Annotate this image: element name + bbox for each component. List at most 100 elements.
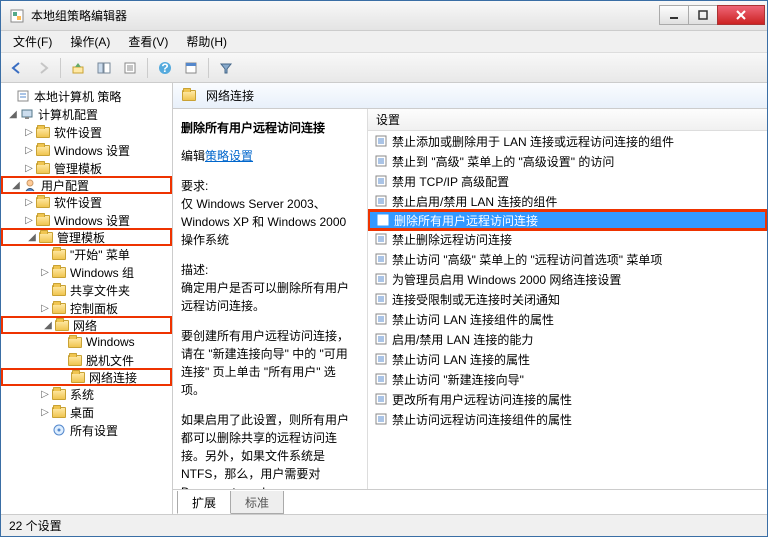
expand-icon[interactable]: ▷ — [39, 407, 51, 418]
folder-icon — [54, 317, 70, 333]
tree-label: Windows 设置 — [54, 142, 130, 159]
tab-standard[interactable]: 标准 — [230, 491, 284, 514]
list-item[interactable]: 禁止访问 "高级" 菜单上的 "远程访问首选项" 菜单项 — [368, 249, 767, 269]
collapse-icon[interactable]: ◢ — [26, 232, 38, 243]
policy-item-icon — [374, 174, 388, 188]
list-item-label: 禁止启用/禁用 LAN 连接的组件 — [392, 193, 557, 210]
list-item[interactable]: 禁止访问远程访问连接组件的属性 — [368, 409, 767, 429]
menu-file[interactable]: 文件(F) — [5, 31, 60, 52]
tree-windows-settings-1[interactable]: ▷ Windows 设置 — [1, 141, 172, 159]
list-item[interactable]: 连接受限制或无连接时关闭通知 — [368, 289, 767, 309]
policy-item-icon — [374, 272, 388, 286]
show-hide-tree-button[interactable] — [92, 56, 116, 80]
tree-desktop[interactable]: ▷ 桌面 — [1, 403, 172, 421]
tree-offline-files[interactable]: 脱机文件 — [1, 351, 172, 369]
policy-icon — [15, 88, 31, 104]
help-button[interactable]: ? — [153, 56, 177, 80]
tab-extended[interactable]: 扩展 — [177, 491, 231, 514]
tree-label: 脱机文件 — [86, 352, 134, 369]
tree-label: 共享文件夹 — [70, 282, 130, 299]
tree-windows-components[interactable]: ▷ Windows 组 — [1, 263, 172, 281]
menu-view[interactable]: 查看(V) — [120, 31, 176, 52]
path-label: 网络连接 — [206, 87, 254, 104]
list-item[interactable]: 禁止到 "高级" 菜单上的 "高级设置" 的访问 — [368, 151, 767, 171]
tree-network-connections[interactable]: 网络连接 — [1, 368, 172, 386]
expand-icon[interactable]: ▷ — [23, 215, 35, 226]
collapse-icon[interactable]: ◢ — [10, 180, 22, 191]
tree-admin-templates-2[interactable]: ◢ 管理模板 — [1, 228, 172, 246]
list-column-header[interactable]: 设置 — [368, 109, 767, 131]
policy-item-icon — [374, 412, 388, 426]
nav-back-button[interactable] — [5, 56, 29, 80]
tree-label: Windows 组 — [70, 264, 134, 281]
minimize-button[interactable] — [659, 5, 689, 25]
tree-label: 系统 — [70, 386, 94, 403]
tree-user-config[interactable]: ◢用户配置 — [1, 176, 172, 194]
list-item[interactable]: 启用/禁用 LAN 连接的能力 — [368, 329, 767, 349]
tree-network[interactable]: ◢网络 — [1, 316, 172, 334]
list-item[interactable]: 为管理员启用 Windows 2000 网络连接设置 — [368, 269, 767, 289]
window-title: 本地组策略编辑器 — [31, 7, 127, 24]
titlebar-left: 本地组策略编辑器 — [1, 7, 127, 24]
expand-icon[interactable]: ▷ — [23, 145, 35, 156]
list-item-label: 更改所有用户远程访问连接的属性 — [392, 391, 572, 408]
tree-admin-templates-1[interactable]: ▷ 管理模板 — [1, 159, 172, 177]
folder-icon — [181, 88, 197, 104]
menu-action[interactable]: 操作(A) — [62, 31, 118, 52]
desc-text-3: 如果启用了此设置，则所有用户都可以删除共享的远程访问连接。另外，如果文件系统是 … — [181, 411, 359, 489]
list-item-label: 禁止访问远程访问连接组件的属性 — [392, 411, 572, 428]
list-item[interactable]: 禁用 TCP/IP 高级配置 — [368, 171, 767, 191]
expand-icon[interactable]: ▷ — [23, 127, 35, 138]
collapse-icon[interactable]: ◢ — [7, 109, 19, 120]
tree-label: Windows 设置 — [54, 212, 130, 229]
expand-icon[interactable]: ▷ — [39, 303, 51, 314]
properties-button[interactable] — [179, 56, 203, 80]
maximize-button[interactable] — [688, 5, 718, 25]
path-bar: 网络连接 — [173, 83, 767, 109]
tree-shared-folders[interactable]: 共享文件夹 — [1, 281, 172, 299]
list-item-label: 删除所有用户远程访问连接 — [394, 212, 538, 229]
up-button[interactable] — [66, 56, 90, 80]
tree-windows-sub[interactable]: Windows — [1, 333, 172, 351]
list-item[interactable]: 禁止访问 "新建连接向导" — [368, 369, 767, 389]
list-item[interactable]: 禁止删除远程访问连接 — [368, 229, 767, 249]
folder-icon — [70, 369, 86, 385]
tree-root[interactable]: 本地计算机 策略 — [1, 87, 172, 105]
settings-list[interactable]: 禁止添加或删除用于 LAN 连接或远程访问连接的组件禁止到 "高级" 菜单上的 … — [368, 131, 767, 489]
desc-text-1: 确定用户是否可以删除所有用户远程访问连接。 — [181, 279, 359, 315]
tree-all-settings[interactable]: 所有设置 — [1, 421, 172, 439]
list-item[interactable]: 禁止启用/禁用 LAN 连接的组件 — [368, 191, 767, 211]
list-item[interactable]: 禁止访问 LAN 连接组件的属性 — [368, 309, 767, 329]
tree-label: 管理模板 — [57, 229, 105, 246]
list-item[interactable]: 禁止添加或删除用于 LAN 连接或远程访问连接的组件 — [368, 131, 767, 151]
tree-software-settings-1[interactable]: ▷软件设置 — [1, 123, 172, 141]
edit-policy-link[interactable]: 策略设置 — [205, 149, 253, 163]
main-window: 本地组策略编辑器 文件(F) 操作(A) 查看(V) 帮助(H) ? 本地计算机… — [0, 0, 768, 537]
nav-forward-button[interactable] — [31, 56, 55, 80]
expand-icon[interactable]: ▷ — [39, 267, 51, 278]
tree-label: 桌面 — [70, 404, 94, 421]
tree-start-menu[interactable]: "开始" 菜单 — [1, 245, 172, 263]
toolbar-sep-1 — [60, 58, 61, 78]
expand-icon[interactable]: ▷ — [23, 163, 35, 174]
folder-icon — [51, 300, 67, 316]
list-item[interactable]: 禁止访问 LAN 连接的属性 — [368, 349, 767, 369]
tree-computer-config[interactable]: ◢ 计算机配置 — [1, 105, 172, 123]
tree-label: 本地计算机 策略 — [34, 88, 121, 105]
close-button[interactable] — [717, 5, 765, 25]
menu-help[interactable]: 帮助(H) — [178, 31, 235, 52]
expand-icon[interactable]: ▷ — [23, 197, 35, 208]
tree-software-settings-2[interactable]: ▷软件设置 — [1, 193, 172, 211]
tree-control-panel[interactable]: ▷控制面板 — [1, 299, 172, 317]
tree-pane[interactable]: 本地计算机 策略 ◢计算机配置 ▷软件设置 ▷Windows 设置 ▷管理模板 … — [1, 83, 173, 514]
tree-system[interactable]: ▷ 系统 — [1, 385, 172, 403]
filter-button[interactable] — [214, 56, 238, 80]
tree-windows-settings-2[interactable]: ▷ Windows 设置 — [1, 211, 172, 229]
tree-label: 管理模板 — [54, 160, 102, 177]
export-list-button[interactable] — [118, 56, 142, 80]
list-item[interactable]: 更改所有用户远程访问连接的属性 — [368, 389, 767, 409]
list-item[interactable]: 删除所有用户远程访问连接 — [368, 210, 767, 230]
collapse-icon[interactable]: ◢ — [42, 320, 54, 331]
tree-label: 计算机配置 — [38, 106, 98, 123]
expand-icon[interactable]: ▷ — [39, 389, 51, 400]
